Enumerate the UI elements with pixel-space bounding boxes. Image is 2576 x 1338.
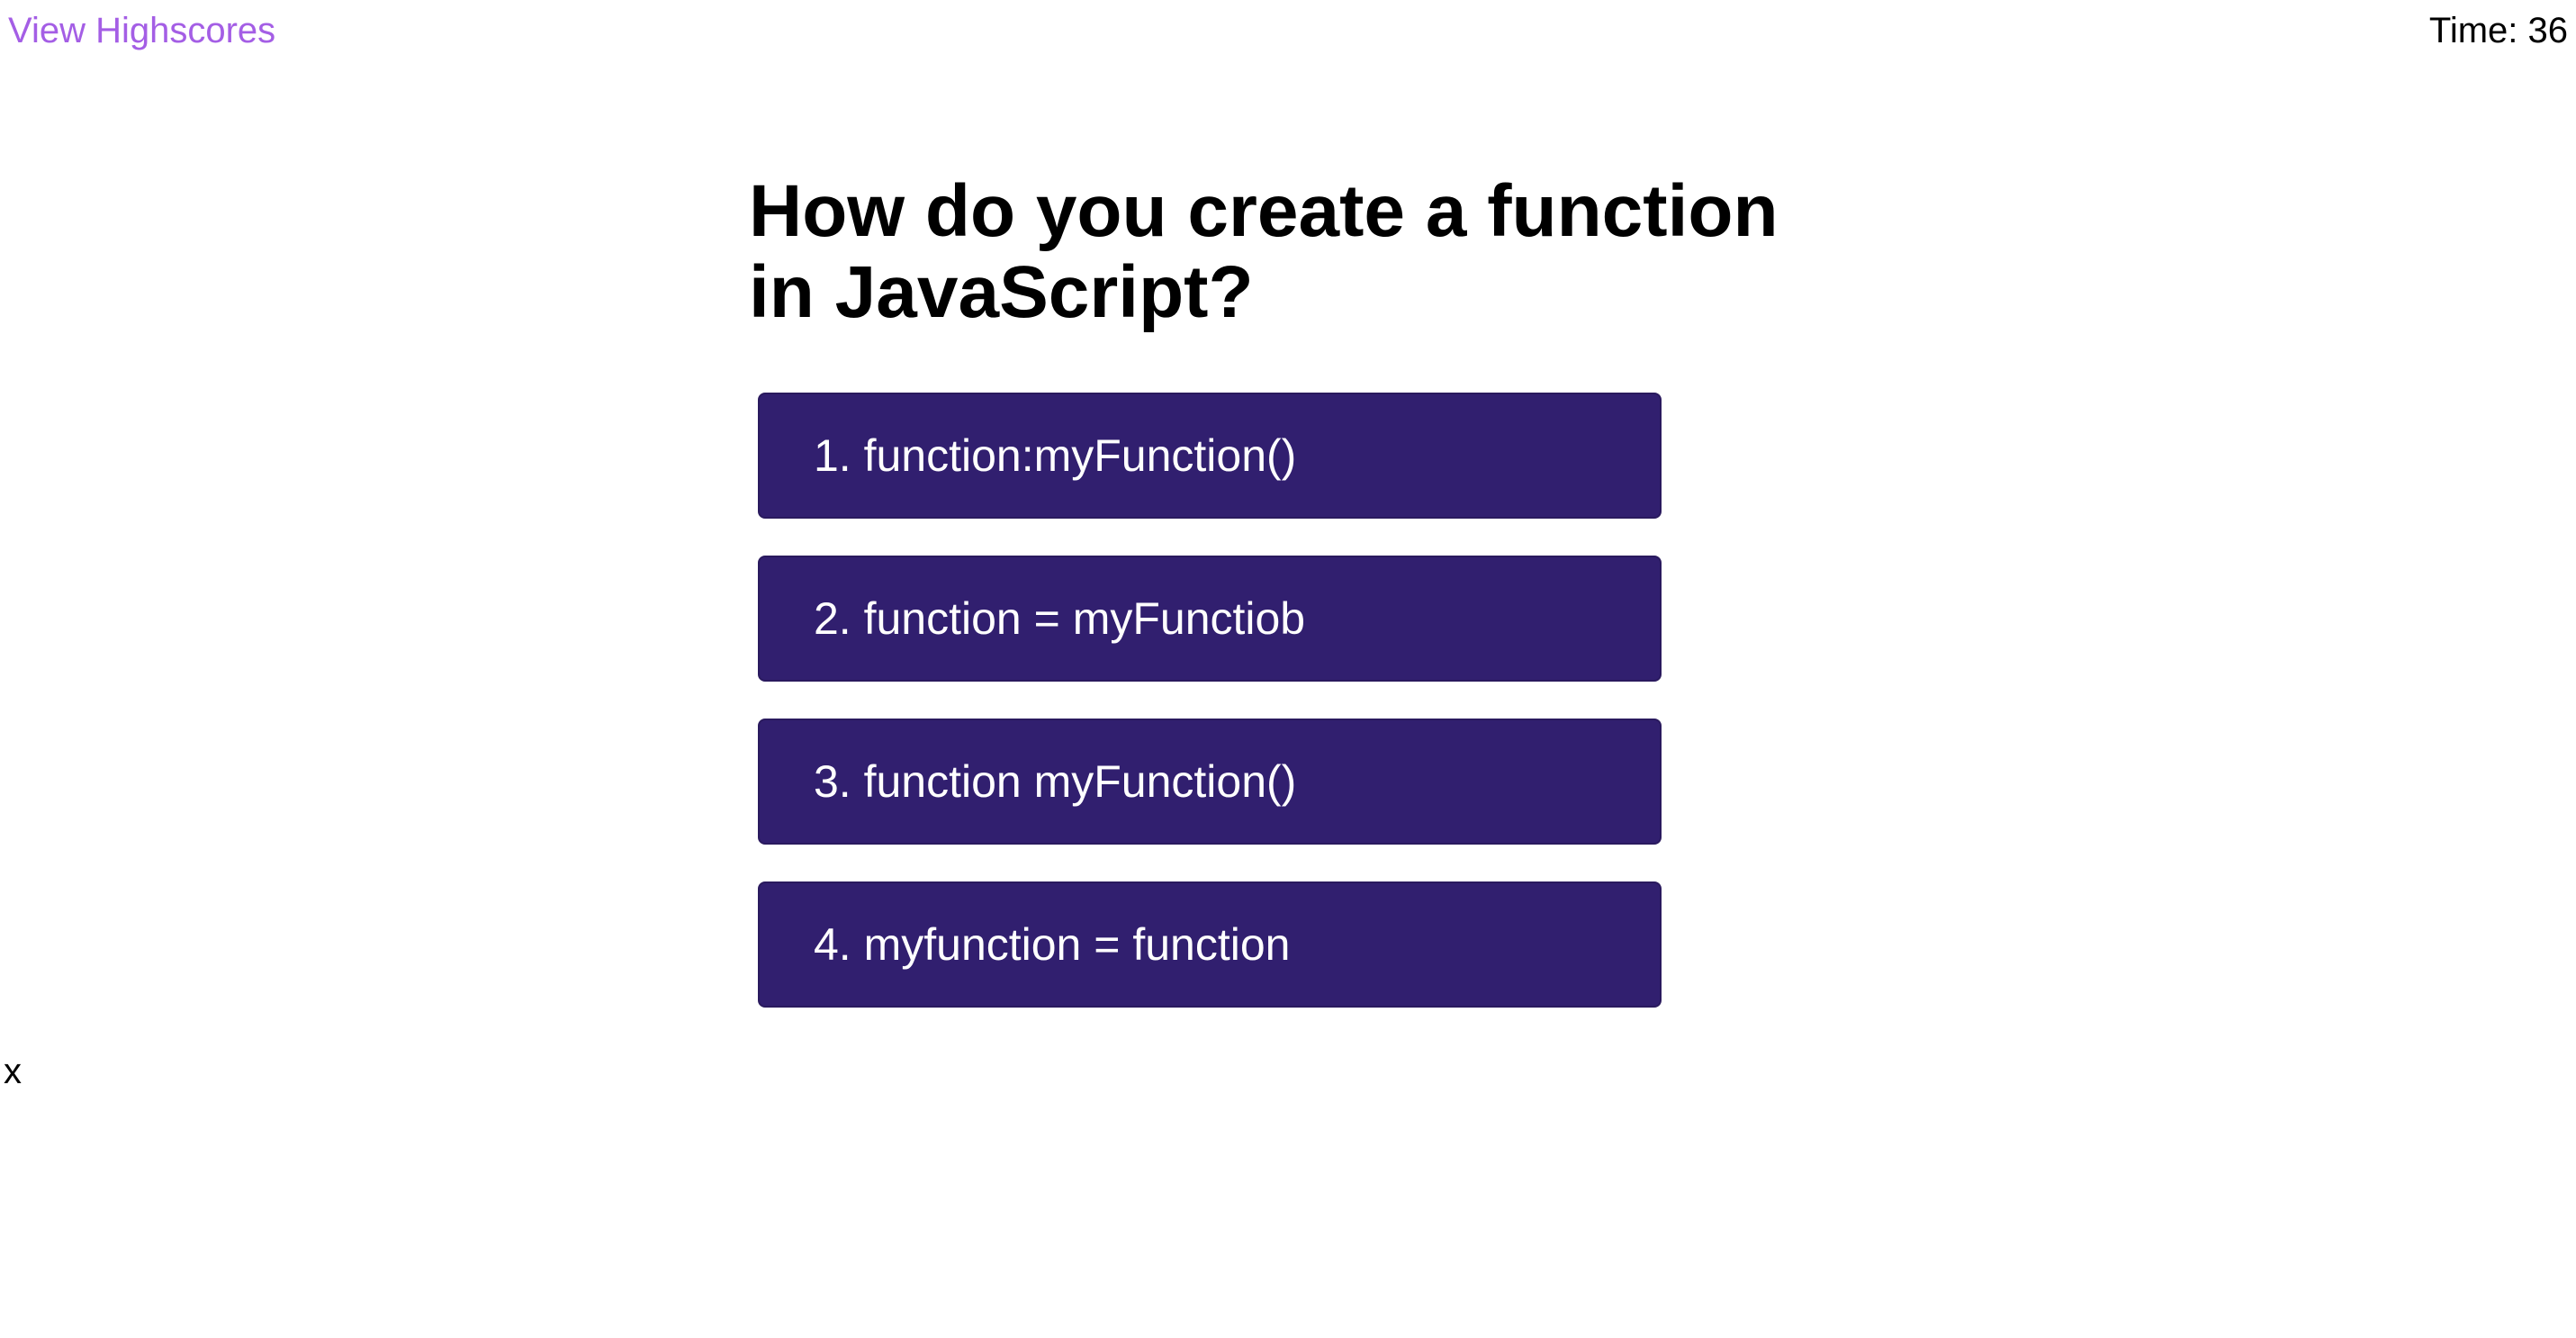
quiz-container: How do you create a function in JavaScri… — [749, 171, 1784, 1008]
answer-choice-3-button[interactable]: 3. function myFunction() — [758, 719, 1662, 845]
answer-choice-4-button[interactable]: 4. myfunction = function — [758, 881, 1662, 1008]
answer-choices: 1. function:myFunction() 2. function = m… — [758, 393, 1784, 1008]
question-title: How do you create a function in JavaScri… — [749, 170, 1779, 333]
answer-choice-2-button[interactable]: 2. function = myFunctiob — [758, 556, 1662, 682]
answer-choice-1-button[interactable]: 1. function:myFunction() — [758, 393, 1662, 519]
view-highscores-link[interactable]: View Highscores — [8, 9, 275, 52]
answer-feedback: x — [4, 1052, 22, 1091]
timer-display: Time: 36 — [2428, 11, 2568, 50]
